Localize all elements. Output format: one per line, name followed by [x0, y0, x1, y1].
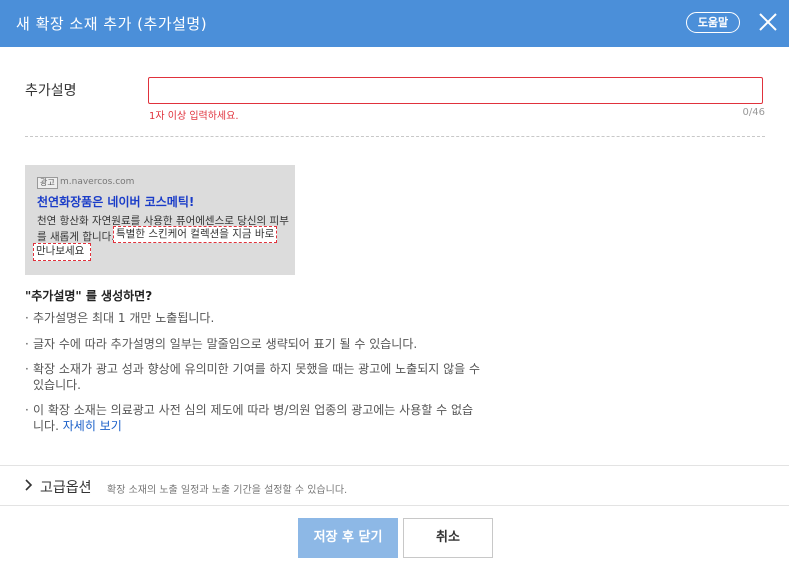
- ad-tag: 광고: [37, 177, 58, 189]
- description-input[interactable]: [148, 77, 763, 104]
- help-button[interactable]: 도움말: [686, 12, 740, 33]
- ad-description-line2: 를 새롭게 합니다.: [37, 231, 115, 243]
- dialog-title: 새 확장 소재 추가 (추가설명): [16, 15, 208, 33]
- ad-url: m.navercos.com: [60, 177, 135, 187]
- dialog-header: 새 확장 소재 추가 (추가설명) 도움말: [0, 0, 789, 47]
- info-bullet-text: 글자 수에 따라 추가설명의 일부는 말줄임으로 생략되어 표기 될 수 있습니…: [33, 337, 418, 351]
- ad-preview: 광고 m.navercos.com 천연화장품은 네이버 코스메틱! 천연 항산…: [25, 165, 295, 275]
- bullet-marker: ·: [25, 337, 29, 351]
- additional-description-highlight: 특별한 스킨케어 컬렉션을 지금 바로: [113, 226, 277, 243]
- ad-title: 천연화장품은 네이버 코스메틱!: [37, 195, 195, 209]
- bullet-marker: ·: [25, 362, 29, 376]
- bullet-marker: ·: [25, 311, 29, 325]
- section-divider: [0, 465, 789, 466]
- description-field-label: 추가설명: [25, 83, 77, 99]
- footer-divider: [0, 505, 789, 506]
- info-bullet-text: 확장 소재가 광고 성과 향상에 유의미한 기여를 하지 못했을 때는 광고에 …: [33, 362, 481, 392]
- error-message: 1자 이상 입력하세요.: [149, 111, 239, 122]
- info-heading: "추가설명" 를 생성하면?: [25, 289, 153, 303]
- advanced-options-description: 확장 소재의 노출 일정과 노출 기간을 설정할 수 있습니다.: [107, 485, 348, 496]
- save-and-close-button[interactable]: 저장 후 닫기: [298, 518, 398, 558]
- chevron-right-icon[interactable]: [24, 478, 33, 492]
- close-icon[interactable]: [757, 11, 779, 33]
- cancel-button[interactable]: 취소: [403, 518, 493, 558]
- info-bullet-text-wrapper: 이 확장 소재는 의료광고 사전 심의 제도에 따라 병/의원 업종의 광고에는…: [33, 402, 483, 434]
- bullet-marker: ·: [25, 403, 29, 417]
- info-bullet-text: 추가설명은 최대 1 개만 노출됩니다.: [33, 311, 215, 325]
- advanced-options-toggle[interactable]: 고급옵션: [40, 477, 92, 497]
- char-counter: 0/46: [742, 107, 765, 118]
- additional-description-highlight-cont: 만나보세요: [33, 243, 91, 261]
- divider: [25, 136, 765, 137]
- detail-link[interactable]: 자세히 보기: [63, 419, 122, 433]
